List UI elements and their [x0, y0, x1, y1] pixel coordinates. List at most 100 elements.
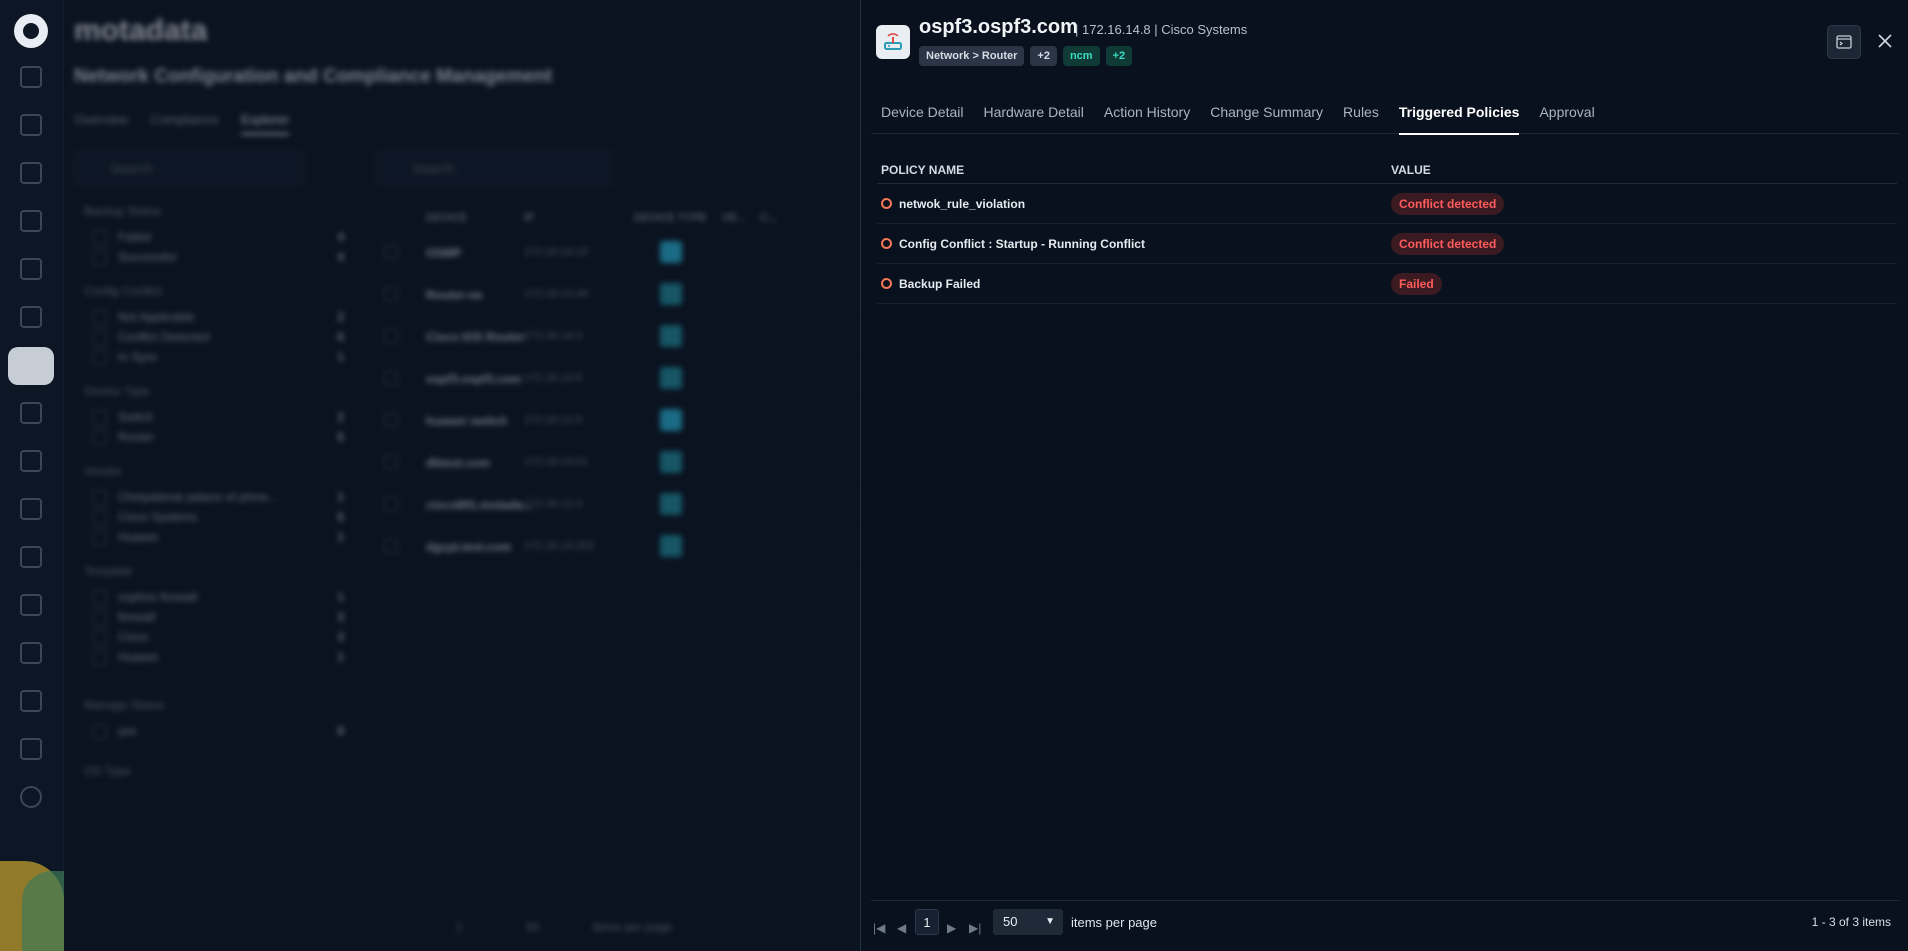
filter-search-input[interactable]: Search [74, 150, 304, 186]
policy-name: netwok_rule_violation [899, 197, 1026, 211]
page-title: Network Configuration and Compliance Man… [74, 66, 553, 87]
table-row[interactable]: Backup Failed Failed [877, 264, 1897, 304]
device-meta: | 172.16.14.8 | Cisco Systems [1075, 22, 1248, 37]
filter-item[interactable]: yes 8 [92, 724, 344, 739]
table-row[interactable]: Config Conflict : Startup - Running Conf… [877, 224, 1897, 264]
filter-group-title[interactable]: Vendor [84, 464, 122, 478]
filter-group-title[interactable]: Config Conflict [84, 284, 162, 298]
user-avatar-blob-accent [22, 871, 64, 951]
table-row[interactable]: netwok_rule_violation Conflict detected [877, 184, 1897, 224]
tab-overview[interactable]: Overview [74, 112, 128, 135]
last-page-icon[interactable]: ▶| [969, 921, 981, 935]
current-page[interactable]: 1 [915, 909, 939, 935]
tag-more-badge[interactable]: +2 [1030, 46, 1057, 66]
filter-item[interactable]: sophos firewall 1 [92, 590, 344, 605]
filter-item[interactable]: Chelyabinsk palace of plone... 1 [92, 490, 344, 505]
prev-page-icon[interactable]: ◀ [897, 921, 906, 935]
background-page: motadata Network Configuration and Compl… [64, 0, 860, 951]
flow-icon[interactable] [20, 210, 42, 232]
tab-action-history[interactable]: Action History [1094, 104, 1200, 134]
ncm-icon[interactable] [8, 347, 54, 385]
terminal-button[interactable] [1827, 25, 1861, 59]
table-row[interactable]: Cisco IOS Router 172.16.14.3 [376, 315, 856, 357]
column-header-value[interactable]: VALUE [1391, 163, 1431, 177]
tab-hardware-detail[interactable]: Hardware Detail [973, 104, 1093, 134]
filter-item[interactable]: firewall 3 [92, 610, 344, 625]
first-page-icon[interactable]: |◀ [873, 921, 885, 935]
filter-group-title[interactable]: Manage Status [84, 698, 165, 712]
table-row[interactable]: dgcpt.test.com 172.16.14.202 [376, 525, 856, 567]
log-icon[interactable] [20, 258, 42, 280]
dashboard-icon[interactable] [20, 66, 42, 88]
tab-rules[interactable]: Rules [1333, 104, 1389, 134]
tab-device-detail[interactable]: Device Detail [871, 104, 973, 134]
filter-item[interactable]: Huawei 1 [92, 650, 344, 665]
device-search-input[interactable]: Search [376, 150, 612, 186]
column-header[interactable]: DEVICE TYPE [634, 212, 707, 224]
column-header[interactable]: C... [760, 212, 777, 224]
filter-item[interactable]: Failed 4 [92, 230, 344, 245]
tag-badge: Network > Router [919, 46, 1025, 66]
filter-group-title[interactable]: Backup Status [84, 204, 161, 218]
document-icon[interactable] [20, 498, 42, 520]
column-header[interactable]: VE... [722, 212, 746, 224]
monitor-icon[interactable] [20, 114, 42, 136]
table-row[interactable]: ospf3.ospf3.com 172.16.14.8 [376, 357, 856, 399]
cloud-icon[interactable] [20, 690, 42, 712]
next-page-icon[interactable]: ▶ [947, 921, 956, 935]
config-icon[interactable] [20, 402, 42, 424]
device-detail-drawer: ospf3.ospf3.com | 172.16.14.8 | Cisco Sy… [860, 0, 1908, 951]
filter-group-title[interactable]: Device Type [84, 384, 150, 398]
filter-item[interactable]: Switch 2 [92, 410, 344, 425]
filter-group-title[interactable]: OS Type [84, 764, 130, 778]
policy-name: Backup Failed [899, 277, 981, 291]
filter-item[interactable]: Cisco Systems 6 [92, 510, 344, 525]
topology-icon[interactable] [20, 306, 42, 328]
table-row[interactable]: OSMP 172.16.14.15 [376, 231, 856, 273]
close-button[interactable] [1873, 29, 1897, 53]
status-dot-icon [881, 238, 892, 249]
terminal-icon [1836, 35, 1852, 49]
item-count: 1 - 3 of 3 items [1811, 915, 1891, 929]
filter-panel: Search Backup Status Failed 4 Successful 4… [74, 150, 354, 950]
settings-icon[interactable] [20, 786, 42, 808]
tag-more-badge[interactable]: +2 [1105, 46, 1133, 66]
tab-approval[interactable]: Approval [1529, 104, 1604, 134]
filter-group-title[interactable]: Template [84, 564, 133, 578]
report-icon[interactable] [20, 450, 42, 472]
table-row[interactable]: huawei switch 172.16.12.5 [376, 399, 856, 441]
items-per-page-select[interactable]: 50 ▼ [993, 909, 1063, 935]
filter-item[interactable]: Successful 4 [92, 250, 344, 265]
table-row[interactable]: dbtest.com 172.16.14.51 [376, 441, 856, 483]
tab-compliance[interactable]: Compliance [150, 112, 219, 135]
status-badge: Failed [1391, 273, 1442, 295]
background-pager: 1 50 items per page [456, 920, 673, 934]
filter-item[interactable]: Cisco 3 [92, 630, 344, 645]
tab-explorer[interactable]: Explorer [240, 112, 290, 135]
filter-item[interactable]: Conflict Detected 6 [92, 330, 344, 345]
items-per-page-label: items per page [1071, 915, 1157, 930]
status-badge: Conflict detected [1391, 193, 1505, 215]
column-header[interactable]: IP [524, 212, 534, 224]
app-root: motadata Network Configuration and Compl… [0, 0, 1908, 951]
motadata-logo-icon[interactable] [14, 14, 48, 48]
table-row[interactable]: Router-ne 172.16.14.44 [376, 273, 856, 315]
people-icon[interactable] [20, 642, 42, 664]
chevron-down-icon: ▼ [1045, 916, 1055, 927]
chat-icon[interactable] [20, 594, 42, 616]
screen-icon[interactable] [20, 546, 42, 568]
column-header[interactable]: DEVICE [426, 212, 467, 224]
drawer-tabs: Device Detail Hardware Detail Action His… [871, 104, 1899, 135]
table-row[interactable]: cisco891.motada... 172.16.12.3 [376, 483, 856, 525]
clipboard-icon[interactable] [20, 738, 42, 760]
tab-change-summary[interactable]: Change Summary [1200, 104, 1333, 134]
filter-item[interactable]: Not Applicable 2 [92, 310, 344, 325]
column-header-policy-name[interactable]: POLICY NAME [881, 163, 964, 177]
brand-logo-text: motadata [74, 14, 208, 47]
filter-item[interactable]: Router 6 [92, 430, 344, 445]
tab-triggered-policies[interactable]: Triggered Policies [1389, 104, 1530, 135]
filter-item[interactable]: In Sync 1 [92, 350, 344, 365]
table-header: POLICY NAME VALUE [877, 158, 1897, 184]
alert-icon[interactable] [20, 162, 42, 184]
filter-item[interactable]: Huawei 1 [92, 530, 344, 545]
